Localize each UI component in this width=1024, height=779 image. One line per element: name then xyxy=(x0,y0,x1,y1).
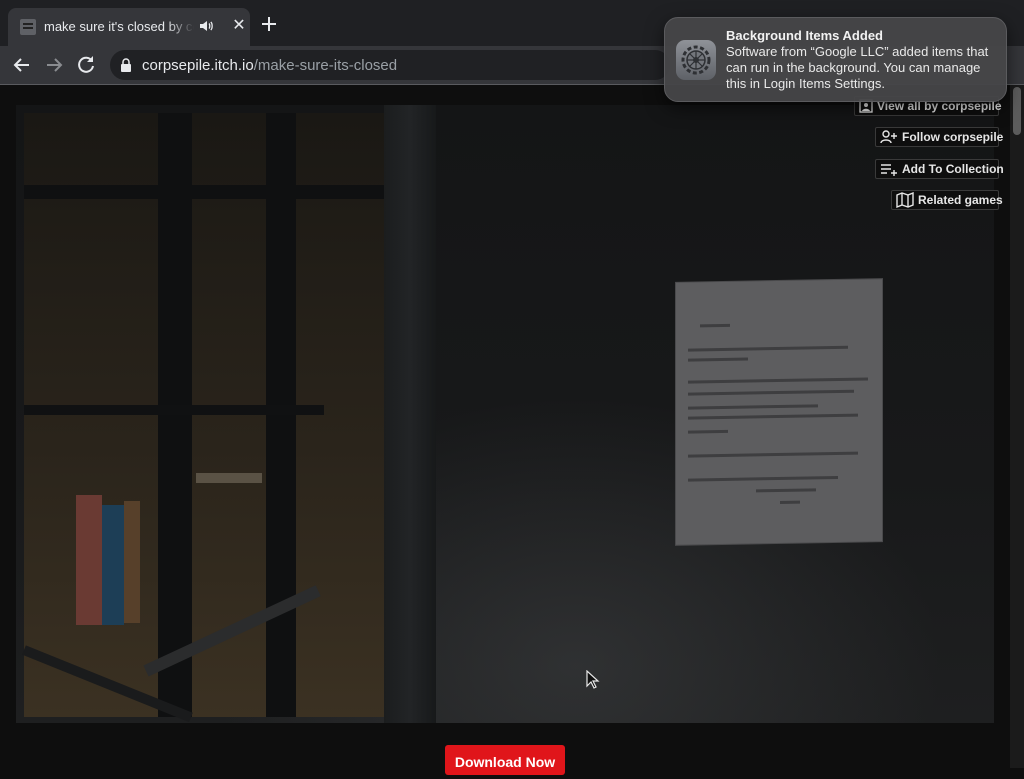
add-collection-label: Add To Collection xyxy=(902,162,1004,176)
note-scribble xyxy=(688,475,838,482)
shelf-board xyxy=(196,473,262,483)
notification-body: Software from “Google LLC” added items t… xyxy=(726,44,989,91)
game-embed-frame[interactable] xyxy=(16,105,994,723)
note-scribble xyxy=(688,413,858,420)
person-plus-icon xyxy=(880,130,897,144)
shelf-post xyxy=(266,113,296,717)
book-blue xyxy=(102,505,124,625)
add-to-collection-button[interactable]: Add To Collection xyxy=(875,159,1004,179)
shelf-plank xyxy=(24,405,324,415)
back-arrow-icon[interactable] xyxy=(10,53,34,77)
url-text: corpsepile.itch.io/make-sure-its-closed xyxy=(142,57,397,74)
page-scrollbar[interactable] xyxy=(1010,85,1024,768)
settings-gear-icon xyxy=(676,40,716,80)
tab-title: make sure it's closed by corpsepile xyxy=(44,19,194,34)
game-scene xyxy=(16,105,994,723)
new-tab-plus-icon[interactable] xyxy=(258,13,280,35)
url-host: corpsepile.itch.io xyxy=(142,57,254,74)
url-path: /make-sure-its-closed xyxy=(253,57,398,74)
lock-icon[interactable] xyxy=(120,58,132,72)
note-scribble xyxy=(688,357,748,362)
door-frame-pillar xyxy=(384,105,436,723)
close-tab-button[interactable]: ✕ xyxy=(230,17,248,35)
note-scribble xyxy=(688,404,818,410)
speaker-icon[interactable] xyxy=(198,18,214,34)
book-tan xyxy=(124,501,140,623)
related-games-label: Related games xyxy=(918,193,1003,207)
address-bar[interactable]: corpsepile.itch.io/make-sure-its-closed xyxy=(110,50,670,80)
page-content: Download Now xyxy=(0,85,1010,775)
note-scribble xyxy=(700,323,730,328)
notification-title: Background Items Added xyxy=(726,28,883,43)
browser-tab[interactable]: make sure it's closed by corpsepile ✕ xyxy=(8,8,250,46)
note-scribble xyxy=(688,389,854,396)
shelf-wall xyxy=(24,113,384,717)
note-scribble xyxy=(688,429,728,434)
note-scribble xyxy=(688,451,858,458)
book-red xyxy=(76,495,102,625)
playlist-add-icon xyxy=(881,164,897,176)
follow-author-button[interactable]: Follow corpsepile xyxy=(875,127,1003,147)
note-scribble xyxy=(780,500,800,504)
mouse-pointer-icon xyxy=(586,670,600,689)
download-now-button[interactable]: Download Now xyxy=(445,745,565,775)
note-scribble xyxy=(688,377,868,384)
related-games-button[interactable]: Related games xyxy=(891,190,1003,210)
follow-label: Follow corpsepile xyxy=(902,130,1004,144)
shelf-post xyxy=(158,113,192,717)
scrollbar-thumb[interactable] xyxy=(1013,87,1021,135)
pinned-note xyxy=(676,279,882,545)
note-scribble xyxy=(756,488,816,493)
shelf-rail xyxy=(24,185,384,199)
note-scribble xyxy=(688,345,848,352)
map-icon xyxy=(896,192,914,208)
background-items-notification[interactable]: Background Items Added Software from “Go… xyxy=(664,17,1007,102)
itchio-favicon-icon xyxy=(20,19,36,35)
forward-arrow-icon[interactable] xyxy=(42,53,66,77)
reload-icon[interactable] xyxy=(74,53,98,77)
